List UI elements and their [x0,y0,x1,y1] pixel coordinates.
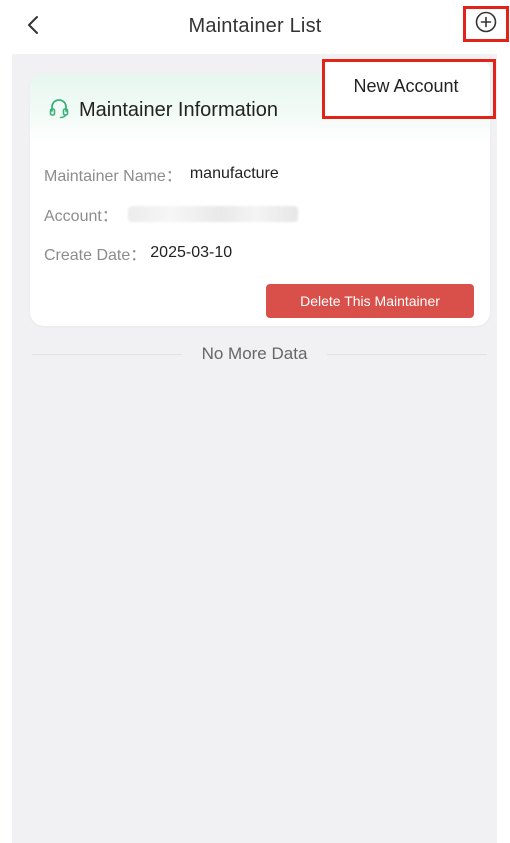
delete-maintainer-button[interactable]: Delete This Maintainer [266,284,474,318]
content-area: Maintainer Information Maintainer Name： … [12,54,497,843]
nav-header: Maintainer List [0,0,510,54]
account-label: Account： [44,208,118,225]
card-title: Maintainer Information [79,99,278,121]
new-account-menu-item[interactable]: New Account [322,61,490,119]
account-value-redacted [127,206,298,222]
maintainer-name-label: Maintainer Name： [44,168,182,185]
maintainer-name-value: manufacture [189,165,279,182]
screen: Maintainer List Maintainer Information M… [0,0,510,843]
page-title: Maintainer List [188,15,322,37]
create-date-row: Create Date： 2025-03-10 [44,241,232,265]
create-date-label: Create Date： [44,247,147,264]
maintainer-name-row: Maintainer Name： manufacture [44,162,279,186]
plus-circle-icon [474,10,498,39]
add-button[interactable] [463,6,509,42]
no-more-data-text: No More Data [201,344,308,363]
headset-icon [47,96,71,125]
account-row: Account： [44,202,298,226]
card-title-row: Maintainer Information [47,96,278,125]
create-date-value: 2025-03-10 [150,244,233,261]
